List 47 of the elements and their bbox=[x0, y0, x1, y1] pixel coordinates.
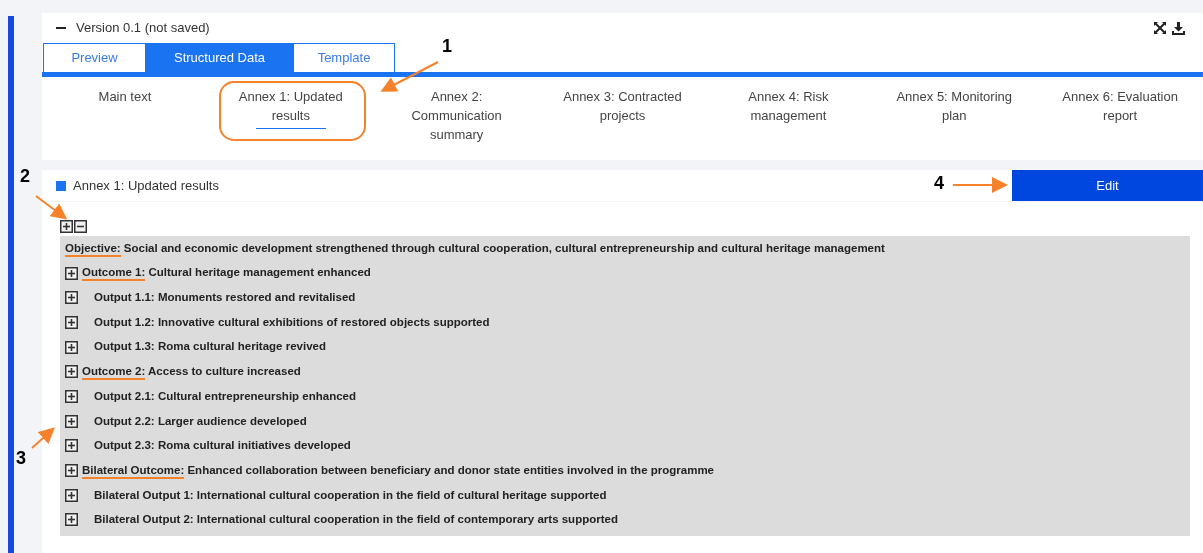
expand-icon[interactable] bbox=[65, 389, 78, 403]
annex-tab[interactable]: Annex 1: Updated results bbox=[225, 87, 356, 131]
section-title: Annex 1: Updated results bbox=[73, 176, 219, 195]
expand-icon[interactable] bbox=[65, 315, 78, 329]
callout-number: 2 bbox=[20, 167, 30, 185]
expand-icon[interactable] bbox=[65, 513, 78, 527]
expand-icon[interactable] bbox=[65, 464, 78, 478]
download-icon[interactable] bbox=[1172, 21, 1185, 35]
annex-tab[interactable]: Annex 3: Contracted projects bbox=[557, 87, 688, 127]
annex-tab[interactable]: Annex 4: Risk management bbox=[723, 87, 854, 127]
callout-number: 1 bbox=[442, 37, 452, 55]
annex-tab[interactable]: Annex 2: Communication summary bbox=[391, 87, 522, 146]
annex-tab[interactable]: Main text bbox=[59, 87, 190, 108]
callout-arrow bbox=[31, 427, 55, 449]
tree-item: Objective: Social and economic development strengthened through cultural cooperation, cultural entrepreneurship and cultural heritage management bbox=[65, 239, 885, 257]
edit-button[interactable]: Edit bbox=[1012, 170, 1203, 201]
tree-item: Output 1.2: Innovative cultural exhibitions of restored objects supported bbox=[94, 314, 490, 330]
tree-item: Bilateral Output 1: International cultural cooperation in the field of cultural heritage supported bbox=[94, 487, 607, 503]
expand-icon[interactable] bbox=[65, 414, 78, 428]
section-marker-icon bbox=[56, 180, 66, 191]
tree-item: Output 2.2: Larger audience developed bbox=[94, 413, 307, 429]
tree-item: Output 1.3: Roma cultural heritage revived bbox=[94, 339, 326, 355]
expand-icon[interactable] bbox=[65, 365, 78, 379]
tree-item: Output 1.1: Monuments restored and revitalised bbox=[94, 290, 356, 306]
callout-arrow bbox=[952, 177, 1008, 193]
fullscreen-icon[interactable] bbox=[1154, 22, 1166, 34]
annex-tab[interactable]: Annex 6: Evaluation report bbox=[1055, 87, 1186, 127]
expand-icon[interactable] bbox=[65, 266, 78, 280]
view-tab[interactable]: Structured Data bbox=[145, 44, 293, 72]
tree-item: Outcome 2: Access to culture increased bbox=[82, 363, 301, 381]
collapse-icon[interactable] bbox=[74, 220, 87, 233]
tree-item: Output 2.3: Roma cultural initiatives developed bbox=[94, 438, 351, 454]
tree-item: Bilateral Output 2: International cultural cooperation in the field of contemporary arts supported bbox=[94, 512, 618, 528]
callout-number: 3 bbox=[16, 449, 26, 467]
callout-arrow bbox=[380, 61, 439, 92]
tree-item: Output 2.1: Cultural entrepreneurship enhanced bbox=[94, 388, 356, 404]
expand-icon[interactable] bbox=[65, 340, 78, 354]
tree-item: Bilateral Outcome: Enhanced collaboration between beneficiary and donor state entities involved in the programme bbox=[82, 461, 714, 480]
expand-icon[interactable] bbox=[60, 220, 73, 233]
callout-number: 4 bbox=[934, 174, 944, 192]
tree-item: Outcome 1: Cultural heritage management enhanced bbox=[82, 264, 371, 282]
callout-arrow bbox=[35, 195, 68, 220]
expand-icon[interactable] bbox=[65, 488, 78, 502]
expand-icon[interactable] bbox=[65, 439, 78, 453]
annex-tab[interactable]: Annex 5: Monitoring plan bbox=[889, 87, 1020, 127]
expand-icon[interactable] bbox=[65, 291, 78, 305]
version-title: Version 0.1 (not saved) bbox=[76, 19, 210, 38]
